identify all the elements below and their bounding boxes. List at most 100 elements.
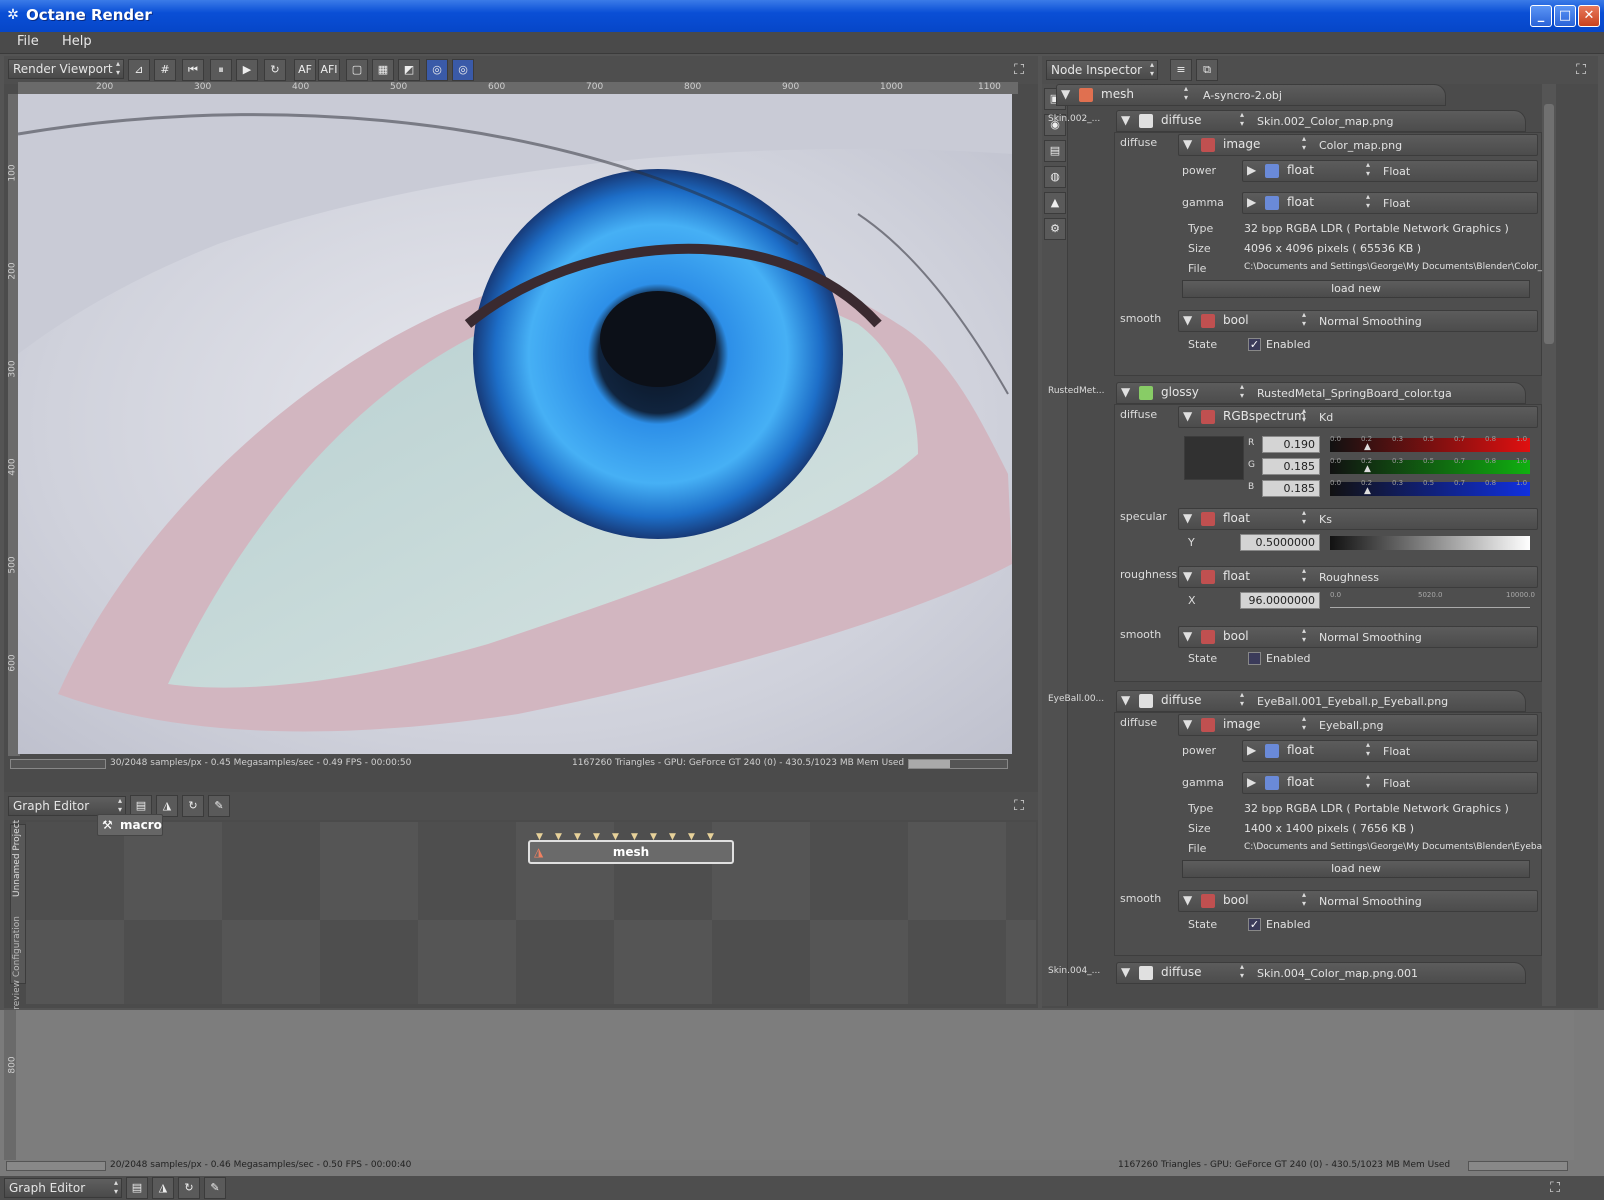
bg-graph-editor-select[interactable]: Graph Editor <box>4 1178 122 1198</box>
roughness-slider[interactable]: 0.0 5020.0 10000.0 <box>1330 591 1535 608</box>
region-icon[interactable]: ⊿ <box>128 59 150 81</box>
bg-maximize-icon[interactable]: ⛶ <box>1546 1179 1564 1197</box>
tab-preview-configuration[interactable]: Preview Configuration <box>12 916 22 1015</box>
float-type-select[interactable]: float <box>1283 773 1373 793</box>
tab-unnamed-project[interactable]: Unnamed Project <box>12 820 22 897</box>
pin-header[interactable]: ▼ bool Normal Smoothing <box>1178 890 1538 912</box>
collapse-arrow-icon[interactable]: ▼ <box>1183 893 1192 907</box>
state-checkbox[interactable]: ✓ <box>1248 338 1261 351</box>
input-pin[interactable]: ▼ <box>593 832 600 842</box>
float-pin-header[interactable]: ▶ float Float <box>1242 772 1538 794</box>
graph-refresh-icon[interactable]: ↻ <box>182 795 204 817</box>
play-icon[interactable]: ▶ <box>236 59 258 81</box>
pin-header[interactable]: ▼ bool Normal Smoothing <box>1178 626 1538 648</box>
load-new-button[interactable]: load new <box>1182 280 1530 298</box>
collapse-arrow-icon[interactable]: ▼ <box>1121 113 1130 127</box>
collapse-arrow-icon[interactable]: ▼ <box>1121 693 1130 707</box>
refresh-icon[interactable]: ↻ <box>264 59 286 81</box>
float-pin-header[interactable]: ▶ float Float <box>1242 160 1538 182</box>
collapse-arrow-icon[interactable]: ▼ <box>1121 965 1130 979</box>
graph-maximize-icon[interactable]: ⛶ <box>1010 797 1028 815</box>
inspector-scrollbar[interactable] <box>1542 84 1556 1006</box>
inspector-maximize-icon[interactable]: ⛶ <box>1572 61 1590 79</box>
node-type-select[interactable]: diffuse <box>1157 963 1247 983</box>
float-pin-header[interactable]: ▶ float Float <box>1242 740 1538 762</box>
float-type-select[interactable]: float <box>1283 193 1373 213</box>
collapse-arrow-icon[interactable]: ▼ <box>1183 511 1192 525</box>
collapse-arrow-icon[interactable]: ▼ <box>1183 717 1192 731</box>
frame-icon[interactable]: ▢ <box>346 59 368 81</box>
graph-tools-icon[interactable]: ✎ <box>208 795 230 817</box>
node-header[interactable]: ▼ glossy RustedMetal_SpringBoard_color.tga <box>1116 382 1526 404</box>
root-mesh-header[interactable]: ▼ mesh A-syncro-2.obj <box>1056 84 1446 106</box>
bg-graph-tools-icon[interactable]: ✎ <box>204 1177 226 1199</box>
channel-b-input[interactable]: 0.185 <box>1262 480 1320 497</box>
float-type-select[interactable]: float <box>1283 741 1373 761</box>
pin-type-select[interactable]: float <box>1219 509 1309 529</box>
graph-editor-select[interactable]: Graph Editor <box>8 796 126 816</box>
expand-arrow-icon[interactable]: ▶ <box>1247 775 1256 789</box>
collapse-arrow-icon[interactable]: ▼ <box>1183 629 1192 643</box>
viewport-mode-select[interactable]: Render Viewport <box>8 59 124 79</box>
slider-handle[interactable]: ▲ <box>1364 486 1371 496</box>
autofocus-icon[interactable]: AF <box>294 59 316 81</box>
channel-g-slider[interactable]: 0.0 0.2 0.3 0.5 0.7 0.8 1.0 ▲ <box>1330 457 1530 474</box>
unlock-icon[interactable]: ◎ <box>452 59 474 81</box>
pin-type-select[interactable]: bool <box>1219 311 1309 331</box>
menu-help[interactable]: Help <box>62 34 92 49</box>
pin-type-select[interactable]: RGBspectrum <box>1219 407 1309 427</box>
menu-file[interactable]: File <box>17 34 39 49</box>
pin-type-select[interactable]: bool <box>1219 891 1309 911</box>
specular-slider[interactable] <box>1330 536 1530 550</box>
collapse-icon[interactable]: ≡ <box>1170 59 1192 81</box>
node-type-select[interactable]: glossy <box>1157 383 1247 403</box>
autofocus-image-icon[interactable]: AFI <box>318 59 340 81</box>
state-checkbox[interactable] <box>1248 652 1261 665</box>
lock-icon[interactable]: ◎ <box>426 59 448 81</box>
pin-header[interactable]: ▼ RGBspectrum Kd <box>1178 406 1538 428</box>
collapse-arrow-icon[interactable]: ▼ <box>1061 87 1070 101</box>
pause-icon[interactable]: ⏸ <box>210 59 232 81</box>
maximize-button[interactable]: □ <box>1554 5 1576 27</box>
scrollbar-thumb[interactable] <box>1544 104 1554 344</box>
float-type-select[interactable]: float <box>1283 161 1373 181</box>
restart-icon[interactable]: ⏮ <box>182 59 204 81</box>
expand-icon[interactable]: ⧉ <box>1196 59 1218 81</box>
collapse-arrow-icon[interactable]: ▼ <box>1183 313 1192 327</box>
collapse-arrow-icon[interactable]: ▼ <box>1183 569 1192 583</box>
pin-type-select[interactable]: image <box>1219 135 1309 155</box>
input-pin[interactable]: ▼ <box>574 832 581 842</box>
roughness-input[interactable]: 96.0000000 <box>1240 592 1320 609</box>
mesh-type-select[interactable]: mesh <box>1097 85 1191 105</box>
grid-icon[interactable]: # <box>154 59 176 81</box>
slider-handle[interactable]: ▲ <box>1364 464 1371 474</box>
state-checkbox[interactable]: ✓ <box>1248 918 1261 931</box>
node-header[interactable]: ▼ diffuse Skin.004_Color_map.png.001 <box>1116 962 1526 984</box>
channel-b-slider[interactable]: 0.0 0.2 0.3 0.5 0.7 0.8 1.0 ▲ <box>1330 479 1530 496</box>
close-button[interactable]: ✕ <box>1578 5 1600 27</box>
minimize-button[interactable]: _ <box>1530 5 1552 27</box>
expand-arrow-icon[interactable]: ▶ <box>1247 743 1256 757</box>
load-new-button[interactable]: load new <box>1182 860 1530 878</box>
mesh-node[interactable]: ◮ mesh <box>528 840 734 864</box>
input-pin[interactable]: ▼ <box>669 832 676 842</box>
inspector-select[interactable]: Node Inspector <box>1046 60 1158 80</box>
pin-type-select[interactable]: image <box>1219 715 1309 735</box>
expand-arrow-icon[interactable]: ▶ <box>1247 195 1256 209</box>
bg-graph-open-icon[interactable]: ▤ <box>126 1177 148 1199</box>
collapse-arrow-icon[interactable]: ▼ <box>1121 385 1130 399</box>
node-type-select[interactable]: diffuse <box>1157 691 1247 711</box>
collapse-arrow-icon[interactable]: ▼ <box>1183 409 1192 423</box>
input-pin[interactable]: ▼ <box>612 832 619 842</box>
pin-header[interactable]: ▼ float Ks <box>1178 508 1538 530</box>
macro-node[interactable]: ⚒ macro <box>97 814 163 836</box>
specular-input[interactable]: 0.5000000 <box>1240 534 1320 551</box>
node-header[interactable]: ▼ diffuse EyeBall.001_Eyeball.p_Eyeball.pn… <box>1116 690 1526 712</box>
float-pin-header[interactable]: ▶ float Float <box>1242 192 1538 214</box>
bg-graph-mesh-icon[interactable]: ◮ <box>152 1177 174 1199</box>
input-pin[interactable]: ▼ <box>650 832 657 842</box>
pin-header[interactable]: ▼ image Eyeball.png <box>1178 714 1538 736</box>
maximize-icon[interactable]: ⛶ <box>1010 61 1028 79</box>
expand-arrow-icon[interactable]: ▶ <box>1247 163 1256 177</box>
slider-handle[interactable]: ▲ <box>1364 442 1371 452</box>
